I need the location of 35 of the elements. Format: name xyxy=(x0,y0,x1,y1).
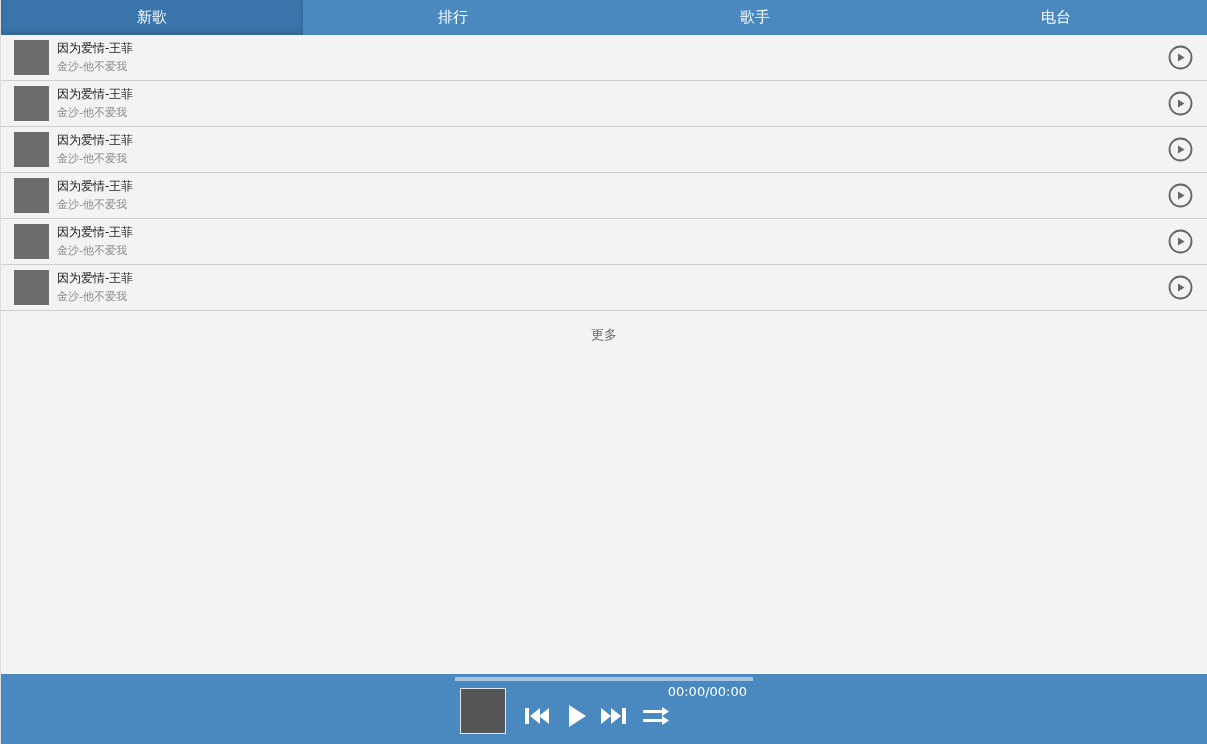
tab[interactable]: 电台 xyxy=(905,0,1207,35)
album-cover-placeholder xyxy=(460,688,506,734)
song-title: 因为爱情-王菲 xyxy=(57,178,134,194)
progress-track[interactable] xyxy=(455,677,753,681)
cover-photo-placeholder xyxy=(14,40,49,75)
song-title: 因为爱情-王菲 xyxy=(57,270,134,286)
play-icon[interactable] xyxy=(1168,229,1193,254)
play-icon[interactable] xyxy=(1168,137,1193,162)
next-button[interactable] xyxy=(601,707,629,725)
play-icon[interactable] xyxy=(1168,183,1193,208)
play-icon[interactable] xyxy=(1168,91,1193,116)
song-subtitle: 金沙-他不爱我 xyxy=(57,59,128,75)
tab[interactable]: 歌手 xyxy=(604,0,906,35)
play-icon[interactable] xyxy=(1168,45,1193,70)
more-link[interactable]: 更多 xyxy=(1,325,1207,345)
cover-photo-placeholder xyxy=(14,270,49,305)
song-title: 因为爱情-王菲 xyxy=(57,224,134,240)
repeat-list-button[interactable] xyxy=(643,707,669,725)
song-subtitle: 金沙-他不爱我 xyxy=(57,289,128,305)
song-title: 因为爱情-王菲 xyxy=(57,40,134,56)
cover-photo-placeholder xyxy=(14,224,49,259)
song-subtitle: 金沙-他不爱我 xyxy=(57,151,128,167)
tab[interactable]: 排行 xyxy=(302,0,604,35)
cover-photo-placeholder xyxy=(14,86,49,121)
song-title: 因为爱情-王菲 xyxy=(57,132,134,148)
song-subtitle: 金沙-他不爱我 xyxy=(57,105,128,121)
song-subtitle: 金沙-他不爱我 xyxy=(57,243,128,259)
play-button[interactable] xyxy=(567,704,587,728)
play-icon[interactable] xyxy=(1168,275,1193,300)
song-subtitle: 金沙-他不爱我 xyxy=(57,197,128,213)
song-title: 因为爱情-王菲 xyxy=(57,86,134,102)
cover-photo-placeholder xyxy=(14,178,49,213)
tab[interactable]: 新歌 xyxy=(1,0,303,35)
time-display: 00:00/00:00 xyxy=(667,683,747,701)
cover-photo-placeholder xyxy=(14,132,49,167)
